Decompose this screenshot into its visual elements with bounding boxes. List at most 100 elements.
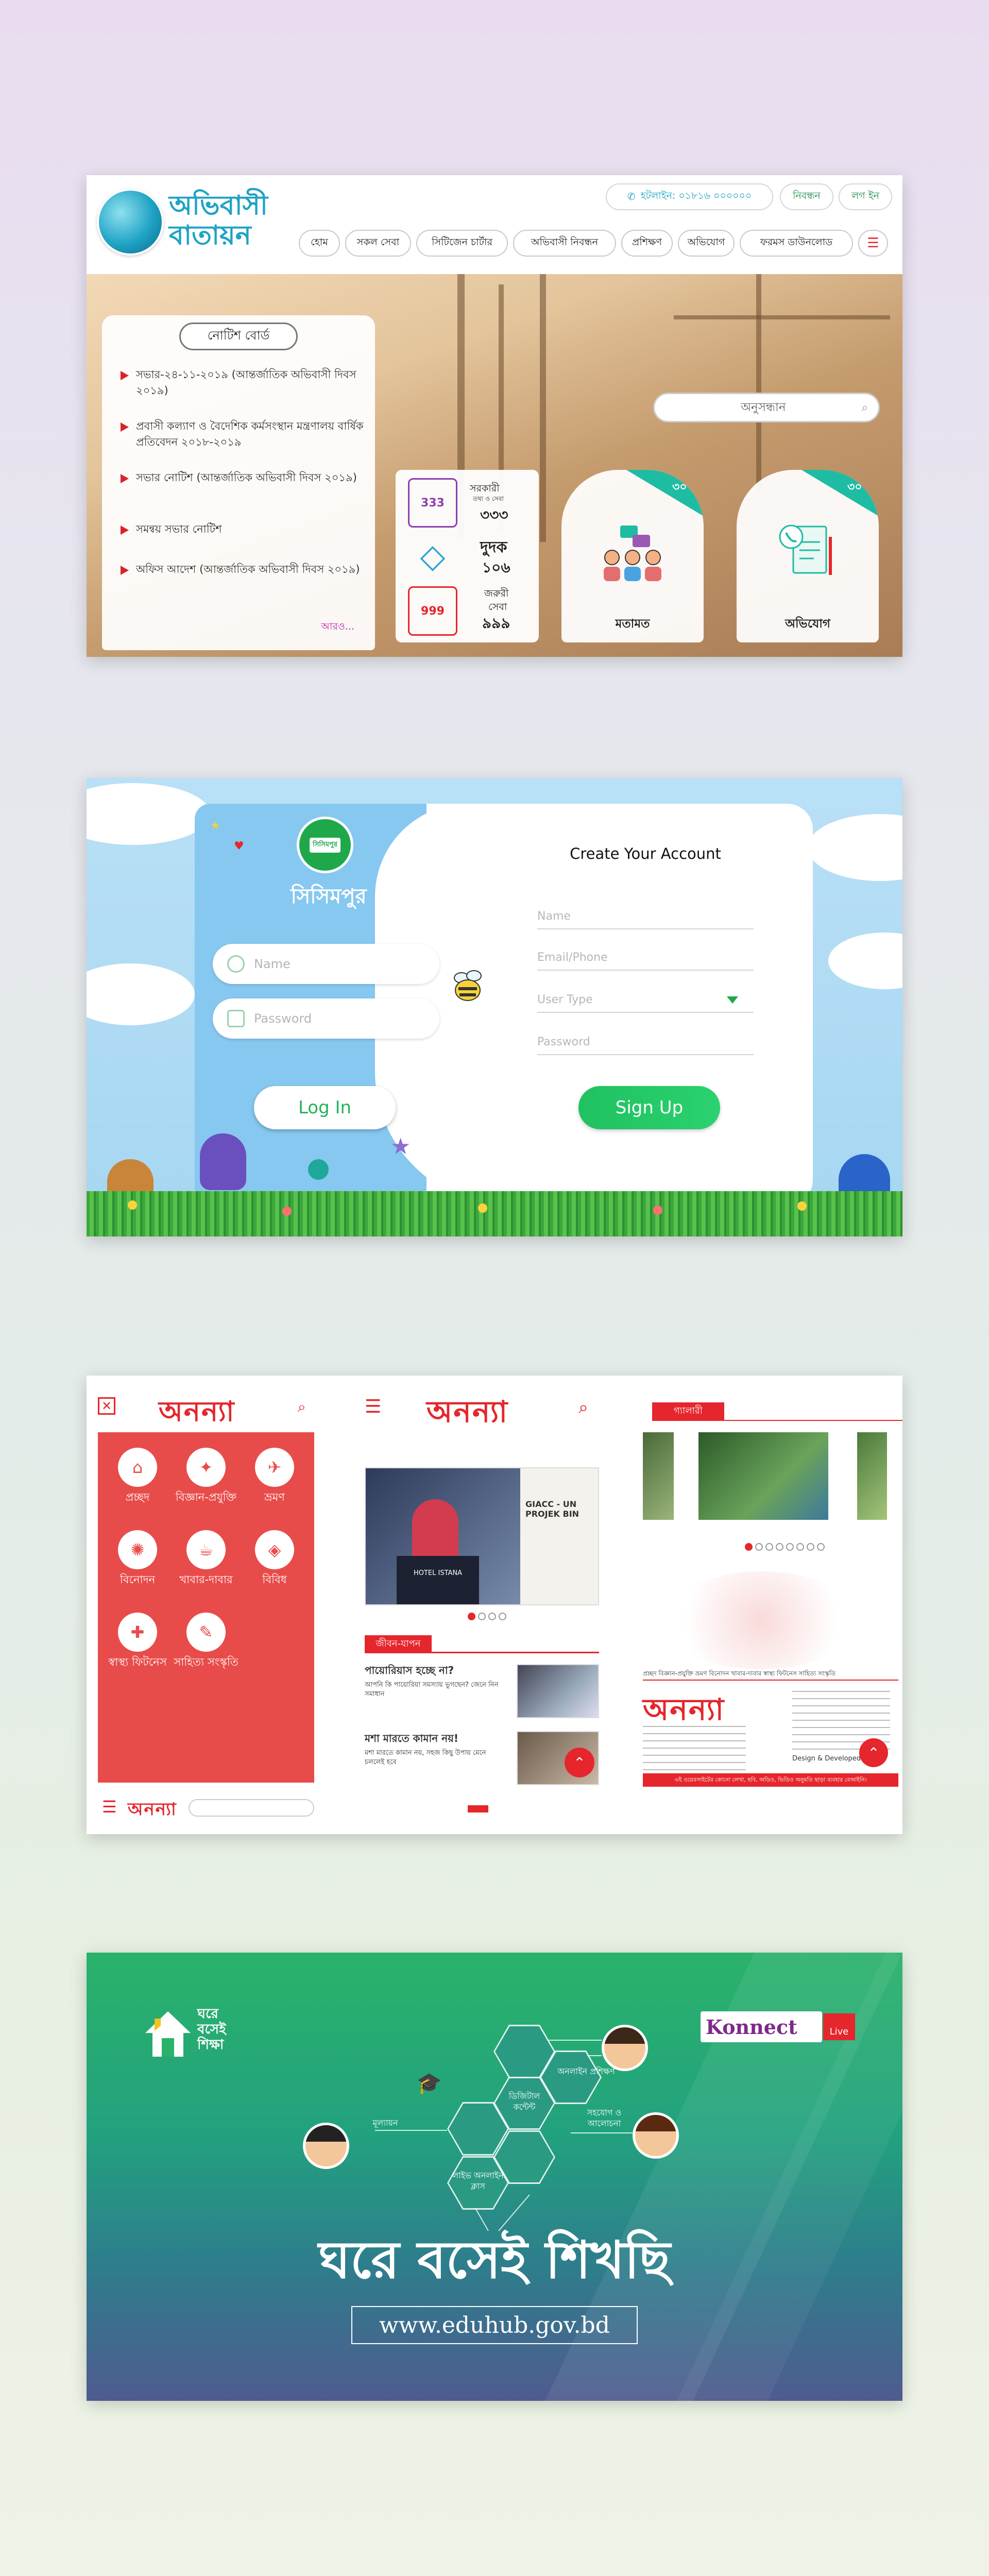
search-icon[interactable]: ⌕ <box>578 1397 588 1418</box>
search-input[interactable]: অনুসন্ধান ⌕ <box>653 393 880 422</box>
hamburger-menu-icon[interactable]: ☰ <box>102 1797 117 1817</box>
nav-home[interactable]: হোম <box>299 230 340 257</box>
nav-complaint[interactable]: অভিযোগ <box>678 230 735 257</box>
menu-item-label: বিজ্ঞান-প্রযুক্তি <box>175 1491 237 1503</box>
carousel-dot[interactable] <box>796 1543 804 1551</box>
bulb-icon: ✦ <box>186 1448 226 1487</box>
star-icon: ★ <box>390 1133 411 1160</box>
signup-email-field[interactable]: Email/Phone <box>537 948 754 971</box>
notice-item[interactable]: প্রবাসী কল্যাণ ও বৈদেশিক কর্মসংস্থান মন্… <box>121 418 373 450</box>
sisimpur-login-mockup: সিসিমপুর সিসিমপুর Name Password Log In C… <box>87 778 902 1236</box>
signup-user-type-select[interactable]: User Type <box>537 990 754 1013</box>
scroll-top-button[interactable]: ⌃ <box>859 1738 888 1767</box>
monster-mascot-left-icon <box>200 1133 246 1190</box>
hamburger-menu-icon[interactable]: ☰ <box>365 1396 381 1417</box>
hotline-999[interactable]: 999 জরুরী সেবা ৯৯৯ <box>408 586 532 638</box>
complaint-phone-icon <box>773 521 845 583</box>
gallery-image-main[interactable] <box>698 1432 828 1520</box>
login-button[interactable]: Log In <box>254 1086 396 1129</box>
notice-more-link[interactable]: আরও... <box>321 619 354 636</box>
node-collaboration: সহযোগ ও আলোচনা <box>587 2108 622 2128</box>
menu-item-entertainment[interactable]: ✺ বিনোদন <box>104 1530 171 1587</box>
menu-item-science[interactable]: ✦ বিজ্ঞান-প্রযুক্তি <box>173 1448 240 1504</box>
carousel-dot[interactable] <box>488 1613 496 1620</box>
carousel-dot[interactable] <box>478 1613 486 1620</box>
notice-item[interactable]: সমন্বয় সভার নোটিশ <box>121 521 373 537</box>
phone-icon: ✆ <box>627 191 636 202</box>
node-digital-content: ডিজিটাল কন্টেন্ট <box>508 2091 540 2112</box>
feedback-tile[interactable]: ৩০+ মতামত <box>561 470 704 642</box>
menu-item-food[interactable]: ☕ খাবার-দাবার <box>173 1530 240 1587</box>
carousel-dot[interactable] <box>776 1543 783 1551</box>
notice-item[interactable]: সভার নোটিশ (আন্তর্জাতিক অভিবাসী দিবস ২০১… <box>121 470 373 486</box>
hamburger-menu-icon[interactable]: ☰ <box>858 230 888 257</box>
carousel-dot[interactable] <box>786 1543 794 1551</box>
signup-password-field[interactable]: Password <box>537 1032 754 1055</box>
carousel-dot[interactable] <box>755 1543 763 1551</box>
user-type-label: User Type <box>537 993 593 1006</box>
complaint-tile[interactable]: ৩০+ অভিযোগ <box>737 470 879 642</box>
cloud-decoration <box>87 963 195 1025</box>
travel-icon: ✈ <box>255 1448 294 1487</box>
hotline-106[interactable]: ◇ দুদক ১০৬ <box>408 532 532 583</box>
sisimpur-badge-logo: সিসিমপুর <box>297 817 353 873</box>
carousel-dot[interactable] <box>817 1543 825 1551</box>
news-title[interactable]: পায়োরিয়াস হচ্ছে না? <box>365 1664 504 1676</box>
menu-item-travel[interactable]: ✈ ভ্রমণ <box>241 1448 308 1504</box>
nav-forms-download[interactable]: ফরমস ডাউনলোড <box>740 230 853 257</box>
heart-icon: ♥ <box>234 840 244 853</box>
hotline-number: ৩৩৩ <box>480 506 508 523</box>
menu-item-home[interactable]: ⌂ প্রচ্ছদ <box>104 1448 171 1504</box>
node-live-class: লাইভ অনলাইন ক্লাস <box>452 2171 504 2191</box>
notice-item[interactable]: সভার-২৪-১১-২০১৯ (আন্তর্জাতিক অভিবাসী দিব… <box>121 367 373 399</box>
site-header: অভিবাসী বাতায়ন ✆ হটলাইন: ০১৮১৬ ০০০০০০ ন… <box>87 175 902 274</box>
gallery-divider <box>652 1420 902 1421</box>
carousel-dot-active[interactable] <box>745 1543 753 1551</box>
carousel-dot[interactable] <box>765 1543 773 1551</box>
menu-item-health[interactable]: ✚ স্বাস্থ্য ফিটনেস <box>104 1613 171 1669</box>
hero-news-image[interactable]: HOTEL ISTANA GIACC - UN PROJEK BIN <box>365 1467 599 1605</box>
flower-decoration <box>282 1207 292 1216</box>
notice-item[interactable]: অফিস আদেশ (আন্তর্জাতিক অভিবাসী দিবস ২০১৯… <box>121 562 373 578</box>
search-icon[interactable]: ⌕ <box>298 1398 306 1416</box>
scroll-top-button[interactable]: ⌃ <box>565 1748 594 1777</box>
gallery-image-right[interactable] <box>857 1432 887 1520</box>
ananya-logo: অনন্যা <box>427 1394 509 1429</box>
hotline-pill[interactable]: ✆ হটলাইন: ০১৮১৬ ০০০০০০ <box>606 183 773 210</box>
gallery-image-left[interactable] <box>643 1432 674 1520</box>
login-password-input[interactable]: Password <box>213 998 439 1039</box>
nav-all-services[interactable]: সকল সেবা <box>345 230 411 257</box>
signup-name-field[interactable]: Name <box>537 907 754 929</box>
scaffold-decoration <box>540 274 546 542</box>
nav-migrant-registration[interactable]: অভিবাসী নিবন্ধন <box>513 230 616 257</box>
node-assessment: মূল্যায়ন <box>372 2118 398 2128</box>
search-placeholder: অনুসন্ধান <box>741 400 786 414</box>
nav-citizen-charter[interactable]: সিটিজেন চার্টার <box>416 230 508 257</box>
news-thumbnail[interactable] <box>517 1664 599 1718</box>
nav-training[interactable]: প্রশিক্ষণ <box>621 230 673 257</box>
login-button[interactable]: লগ ইন <box>839 183 892 210</box>
website-url[interactable]: www.eduhub.gov.bd <box>351 2306 638 2344</box>
menu-item-label: স্বাস্থ্য ফিটনেস <box>108 1656 167 1668</box>
news-title[interactable]: মশা মারতে কামান নয়! <box>365 1732 504 1744</box>
section-tag[interactable]: জীবন-যাপন <box>365 1635 432 1653</box>
carousel-dot-active[interactable] <box>468 1613 475 1620</box>
logo-text-line2: বাতায়ন <box>169 219 251 251</box>
carousel-dot[interactable] <box>807 1543 814 1551</box>
search-icon[interactable]: ⌕ <box>862 401 868 414</box>
menu-item-literature[interactable]: ✎ সাহিত্য সংস্কৃতি <box>173 1613 240 1669</box>
footer-divider <box>643 1680 898 1681</box>
close-icon[interactable]: ✕ <box>98 1397 115 1415</box>
user-icon <box>227 955 245 973</box>
hotline-333[interactable]: 333 সরকারী তথ্য ও সেবা ৩৩৩ <box>408 478 532 530</box>
gallery-tag[interactable]: গ্যালারী <box>652 1402 724 1420</box>
menu-item-label: ভ্রমণ <box>264 1491 285 1503</box>
menu-item-misc[interactable]: ◈ বিবিধ <box>241 1530 308 1587</box>
login-name-input[interactable]: Name <box>213 944 439 984</box>
footer-nav-links[interactable]: প্রচ্ছদ বিজ্ঞান-প্রযুক্তি ভ্রমণ বিনোদন খ… <box>643 1669 898 1680</box>
footer-search-input[interactable] <box>189 1799 314 1817</box>
carousel-dot[interactable] <box>499 1613 506 1620</box>
register-button[interactable]: নিবন্ধন <box>780 183 833 210</box>
signup-button[interactable]: Sign Up <box>578 1086 720 1129</box>
lock-icon <box>227 1010 245 1027</box>
